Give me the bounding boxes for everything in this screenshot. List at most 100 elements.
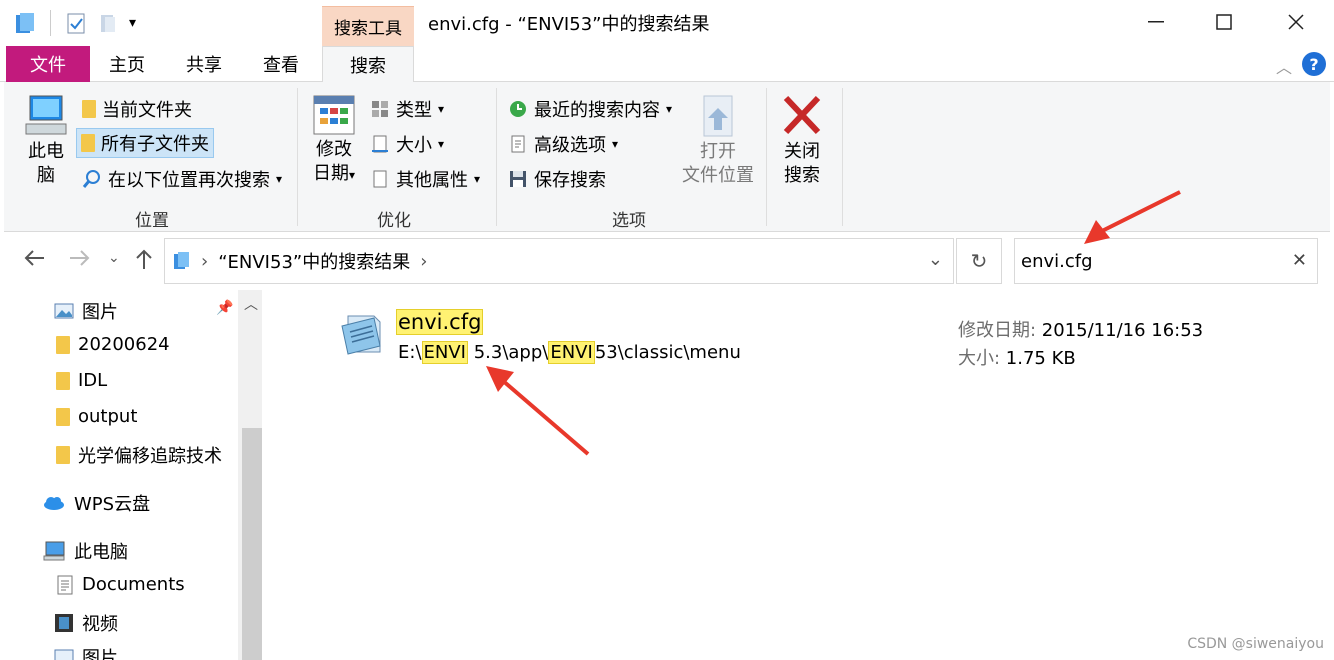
nav-item-wps-cloud[interactable]: WPS云盘: [42, 490, 150, 516]
search-tools-contextual-tab: 搜索工具: [322, 6, 414, 46]
video-icon: [55, 614, 73, 632]
advanced-options-dropdown[interactable]: 高级选项 ▾: [508, 131, 618, 157]
nav-item-pictures[interactable]: 图片: [54, 298, 118, 324]
minimize-button[interactable]: [1142, 8, 1170, 36]
path-segment: E:\: [398, 342, 422, 363]
annotation-arrow-search: [1084, 190, 1181, 244]
nav-item-pictures[interactable]: 图片: [54, 644, 118, 660]
nav-item-folder[interactable]: IDL: [56, 370, 107, 391]
help-icon[interactable]: ?: [1302, 52, 1326, 76]
clear-search-icon[interactable]: ✕: [1292, 250, 1307, 271]
close-icon: [1288, 14, 1304, 30]
all-subfolders-label: 所有子文件夹: [101, 134, 209, 155]
chevron-down-icon: ▾: [474, 172, 481, 186]
group-divider: [842, 88, 843, 226]
forward-arrow-icon: [70, 250, 90, 266]
nav-item-label: 光学偏移追踪技术: [78, 446, 222, 467]
address-dropdown-icon[interactable]: ⌄: [928, 249, 943, 270]
meta-key: 修改日期:: [958, 320, 1042, 341]
nav-item-videos[interactable]: 视频: [54, 610, 118, 636]
refresh-button[interactable]: ↻: [956, 238, 1002, 284]
forward-button[interactable]: [68, 248, 92, 274]
maximize-button[interactable]: [1210, 8, 1238, 36]
close-search-label-line1: 关闭: [784, 141, 820, 162]
open-file-location-button[interactable]: 打开 文件位置: [678, 94, 758, 188]
search-again-dropdown[interactable]: 在以下位置再次搜索 ▾: [82, 166, 282, 192]
up-button[interactable]: [134, 248, 154, 276]
navigation-pane: 图片 📌 20200624 IDL output 光学偏移追踪技术 WPS云盘 …: [4, 290, 262, 660]
type-dropdown[interactable]: 类型 ▾: [370, 96, 444, 122]
size-dropdown[interactable]: 大小 ▾: [370, 131, 444, 157]
date-modified-dropdown[interactable]: 修改 日期▾: [308, 94, 360, 187]
close-window-button[interactable]: [1282, 8, 1310, 36]
result-file-name[interactable]: envi.cfg: [396, 309, 484, 335]
minimize-icon: [1148, 21, 1164, 23]
tab-view[interactable]: 查看: [246, 46, 316, 82]
maximize-icon: [1216, 14, 1232, 30]
this-pc-label-line2: 脑: [37, 165, 55, 186]
group-label-refine: 优化: [377, 211, 411, 231]
search-results-view: envi.cfg E:\ ENVI 5.3\app\ ENVI 53\classic\…: [262, 290, 1330, 660]
pin-icon[interactable]: 📌: [216, 300, 233, 316]
date-modified-label-line2: 日期▾: [312, 163, 356, 184]
tab-search[interactable]: 搜索: [322, 46, 414, 83]
pictures-icon: [54, 649, 74, 660]
group-label-location: 位置: [135, 211, 169, 231]
nav-item-folder[interactable]: 光学偏移追踪技术: [56, 442, 222, 468]
group-divider: [766, 88, 767, 226]
quick-access-toolbar: ▾: [14, 10, 136, 36]
tab-home[interactable]: 主页: [92, 46, 162, 82]
group-divider: [297, 88, 298, 226]
calendar-icon: [313, 95, 355, 135]
nav-item-folder[interactable]: 20200624: [56, 334, 170, 355]
group-label-options: 选项: [612, 211, 646, 231]
tab-share[interactable]: 共享: [168, 46, 240, 82]
date-modified-label-line1: 修改: [316, 139, 352, 160]
nav-item-label: WPS云盘: [74, 494, 151, 515]
highlighted-match: envi.cfg: [396, 309, 484, 335]
folder-icon: [56, 371, 70, 390]
nav-item-label: 此电脑: [74, 542, 128, 563]
chevron-down-icon: ▾: [276, 172, 283, 186]
nav-item-documents[interactable]: Documents: [56, 574, 185, 595]
new-folder-icon[interactable]: [97, 11, 119, 35]
search-results-icon: [174, 252, 189, 269]
recent-searches-dropdown[interactable]: 最近的搜索内容 ▾: [508, 96, 672, 122]
collapse-ribbon-icon[interactable]: ︿: [1276, 54, 1292, 78]
search-input[interactable]: [1021, 250, 1271, 272]
recent-locations-dropdown[interactable]: ⌄: [108, 250, 120, 266]
properties-doc-icon: [373, 170, 387, 188]
nav-item-this-pc[interactable]: 此电脑: [42, 538, 128, 564]
search-again-icon: [82, 170, 100, 188]
type-label: 类型: [396, 100, 432, 121]
nav-item-label: output: [78, 406, 138, 427]
customize-toolbar-dropdown-icon[interactable]: ▾: [129, 15, 136, 31]
open-location-label-line2: 文件位置: [682, 165, 754, 186]
chevron-down-icon: ▾: [438, 102, 445, 116]
close-search-button[interactable]: 关闭 搜索: [776, 94, 828, 188]
breadcrumb-path[interactable]: “ENVI53”中的搜索结果: [218, 248, 410, 274]
tab-file[interactable]: 文件: [6, 46, 90, 82]
chevron-down-icon: ▾: [666, 102, 673, 116]
properties-icon[interactable]: [65, 11, 87, 35]
save-search-button[interactable]: 保存搜索: [508, 166, 606, 192]
this-pc-button[interactable]: 此电 脑: [20, 94, 72, 188]
advanced-options-icon: [511, 135, 525, 153]
back-button[interactable]: [22, 248, 46, 274]
folder-icon: [56, 407, 70, 426]
nav-pane-scroll-thumb[interactable]: [242, 428, 262, 660]
save-search-label: 保存搜索: [534, 170, 606, 191]
explorer-icon[interactable]: [14, 11, 36, 35]
address-bar[interactable]: › “ENVI53”中的搜索结果 › ⌄: [164, 238, 954, 284]
documents-icon: [57, 575, 73, 594]
nav-item-label: 视频: [82, 614, 118, 635]
group-divider: [496, 88, 497, 226]
current-folder-button[interactable]: 当前文件夹: [82, 96, 192, 122]
all-subfolders-button[interactable]: 所有子文件夹: [76, 128, 214, 158]
search-again-label: 在以下位置再次搜索: [108, 170, 270, 191]
recent-searches-label: 最近的搜索内容: [534, 100, 660, 121]
meta-value: 1.75 KB: [1005, 348, 1076, 369]
scroll-up-icon[interactable]: ︿: [244, 294, 258, 314]
nav-item-folder[interactable]: output: [56, 406, 137, 427]
other-properties-dropdown[interactable]: 其他属性 ▾: [370, 166, 480, 192]
